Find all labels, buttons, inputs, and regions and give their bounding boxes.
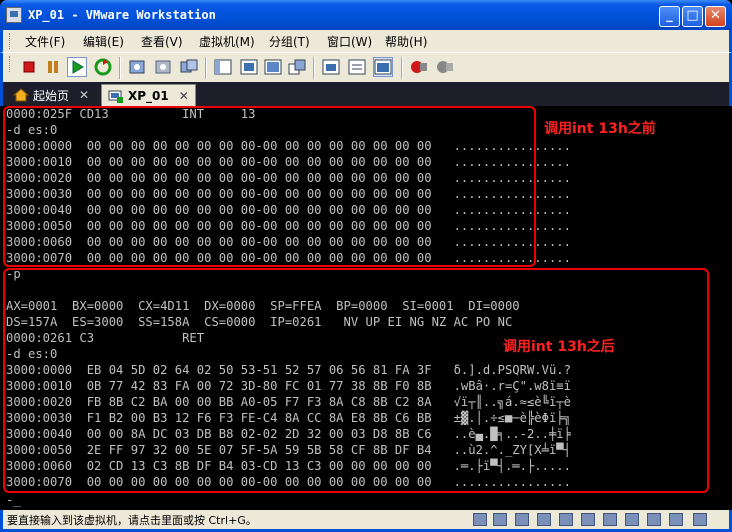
status-text: 要直接输入到该虚拟机，请点击里面或按 Ctrl+G。 — [7, 514, 257, 527]
menu-window[interactable]: 窗口(W) — [327, 33, 372, 50]
window-title: XP_01 - VMware Workstation — [28, 8, 216, 22]
vm-icon — [108, 90, 123, 103]
after-highlight-box — [3, 268, 709, 493]
show-sidebar-icon[interactable] — [213, 57, 233, 77]
snapshot-icon[interactable] — [127, 57, 147, 77]
menu-edit[interactable]: 编辑(E) — [83, 33, 124, 50]
display-icon[interactable] — [693, 513, 707, 526]
annotation-before: 调用int 13h之前 — [544, 121, 656, 137]
console-view-icon[interactable] — [321, 57, 341, 77]
network-icon[interactable] — [537, 513, 551, 526]
usb-icon[interactable] — [559, 513, 573, 526]
before-highlight-box — [3, 106, 536, 267]
hard-disk-icon[interactable] — [473, 513, 487, 526]
console-line: -_ — [6, 493, 21, 507]
title-bar[interactable]: XP_01 - VMware Workstation _ □ ✕ — [0, 0, 732, 30]
tab-xp01-close-icon[interactable]: ✕ — [179, 89, 189, 103]
power-on-icon[interactable] — [67, 57, 87, 77]
vm-console[interactable]: 0000:025F CD13 INT 13 -d es:0 3000:0000 … — [3, 106, 729, 510]
printer-icon[interactable] — [647, 513, 661, 526]
menu-help[interactable]: 帮助(H) — [385, 33, 427, 50]
close-button[interactable]: ✕ — [705, 6, 726, 27]
record-icon[interactable] — [409, 57, 429, 77]
status-bar: 要直接输入到该虚拟机，请点击里面或按 Ctrl+G。 — [0, 510, 732, 532]
home-icon — [13, 88, 29, 102]
playback-icon[interactable] — [435, 57, 455, 77]
minimize-button[interactable]: _ — [659, 6, 680, 27]
tab-home-label: 起始页 — [33, 88, 70, 103]
tab-bar: 起始页 ✕ XP_01 ✕ — [0, 82, 732, 106]
maximize-button[interactable]: □ — [682, 6, 703, 27]
menu-view[interactable]: 查看(V) — [141, 33, 183, 50]
toolbar — [0, 52, 732, 82]
snapshot-manager-icon[interactable] — [179, 57, 199, 77]
vmware-app-icon — [6, 7, 22, 23]
reset-icon[interactable] — [93, 57, 113, 77]
menu-bar: 文件(F) 编辑(E) 查看(V) 虚拟机(M) 分组(T) 窗口(W) 帮助(… — [0, 30, 732, 52]
sound-icon[interactable] — [581, 513, 595, 526]
tab-home-close-icon[interactable]: ✕ — [79, 88, 89, 102]
power-off-icon[interactable] — [19, 57, 39, 77]
tab-home[interactable]: 起始页 ✕ — [7, 84, 95, 106]
cdrom-icon[interactable] — [493, 513, 507, 526]
unity-icon[interactable] — [263, 57, 283, 77]
parallel-port-icon[interactable] — [625, 513, 639, 526]
menu-file[interactable]: 文件(F) — [25, 33, 65, 50]
quick-switch-icon[interactable] — [287, 57, 307, 77]
revert-snapshot-icon[interactable] — [153, 57, 173, 77]
menu-group[interactable]: 分组(T) — [269, 33, 310, 50]
serial-port-icon[interactable] — [603, 513, 617, 526]
tabs-view-icon[interactable] — [373, 57, 393, 77]
tab-xp01-label: XP_01 — [128, 88, 169, 103]
tab-xp01[interactable]: XP_01 ✕ — [101, 84, 196, 106]
menu-grip[interactable] — [9, 33, 12, 49]
summary-view-icon[interactable] — [347, 57, 367, 77]
full-screen-icon[interactable] — [239, 57, 259, 77]
message-icon[interactable] — [669, 513, 683, 526]
toolbar-grip[interactable] — [9, 56, 12, 72]
floppy-icon[interactable] — [515, 513, 529, 526]
annotation-after: 调用int 13h之后 — [503, 339, 615, 355]
menu-vm[interactable]: 虚拟机(M) — [199, 33, 255, 50]
suspend-icon[interactable] — [43, 57, 63, 77]
